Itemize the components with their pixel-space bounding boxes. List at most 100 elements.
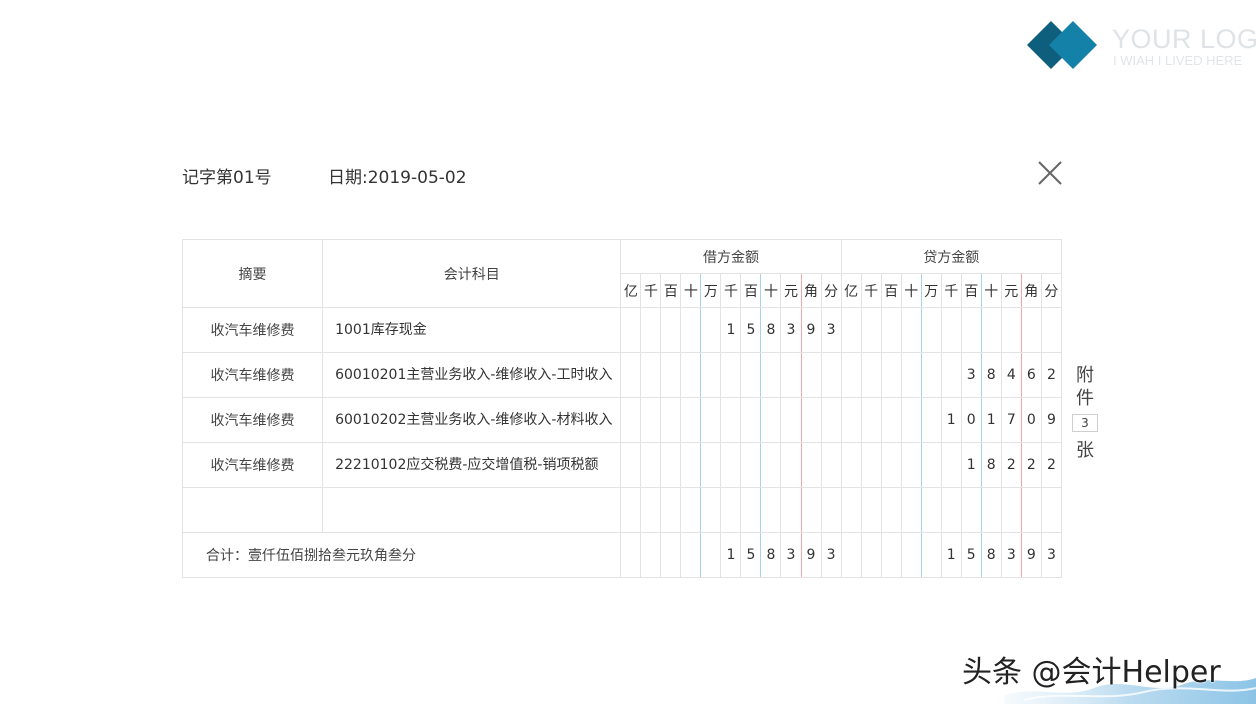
debit-digit-cell[interactable]: 3 (820, 307, 842, 353)
debit-digit-cell[interactable] (620, 397, 642, 443)
debit-digit-cell[interactable] (780, 442, 802, 488)
credit-digit-cell[interactable] (940, 487, 962, 533)
credit-digit-cell[interactable] (900, 352, 922, 398)
credit-digit-cell[interactable] (840, 352, 862, 398)
credit-digit-cell[interactable] (940, 352, 962, 398)
debit-digit-cell[interactable] (620, 487, 642, 533)
debit-digit-cell[interactable] (800, 487, 822, 533)
summary-cell[interactable]: 收汽车维修费 (181, 397, 324, 443)
debit-digit-cell[interactable] (680, 487, 702, 533)
debit-digit-cell[interactable] (800, 442, 822, 488)
credit-digit-cell[interactable] (920, 442, 942, 488)
table-row[interactable]: 收汽车维修费 60010201主营业务收入-维修收入-工时收入 3 8 4 6 2 (181, 352, 1063, 398)
debit-digit-cell[interactable] (720, 352, 742, 398)
credit-digit-cell[interactable] (960, 307, 982, 353)
account-cell[interactable]: 60010201主营业务收入-维修收入-工时收入 (322, 352, 622, 398)
debit-digit-cell[interactable]: 5 (740, 307, 762, 353)
credit-digit-cell[interactable]: 2 (1040, 442, 1063, 488)
account-cell[interactable]: 60010202主营业务收入-维修收入-材料收入 (322, 397, 622, 443)
debit-digit-cell[interactable] (640, 442, 662, 488)
debit-digit-cell[interactable] (720, 487, 742, 533)
table-row[interactable]: 收汽车维修费 60010202主营业务收入-维修收入-材料收入 1 0 1 7 0 9 (181, 397, 1063, 443)
debit-digit-cell[interactable] (660, 487, 682, 533)
credit-digit-cell[interactable] (1020, 487, 1042, 533)
summary-cell[interactable]: 收汽车维修费 (181, 352, 324, 398)
credit-digit-cell[interactable] (840, 442, 862, 488)
credit-digit-cell[interactable] (880, 487, 902, 533)
table-row[interactable]: 收汽车维修费 1001库存现金 1 5 8 3 9 3 (181, 307, 1063, 353)
debit-digit-cell[interactable] (660, 352, 682, 398)
debit-digit-cell[interactable] (740, 397, 762, 443)
credit-digit-cell[interactable] (1000, 307, 1022, 353)
debit-digit-cell[interactable]: 9 (800, 307, 822, 353)
debit-digit-cell[interactable] (720, 397, 742, 443)
debit-digit-cell[interactable] (620, 442, 642, 488)
debit-digit-cell[interactable] (680, 352, 702, 398)
credit-digit-cell[interactable]: 2 (1000, 442, 1022, 488)
credit-digit-cell[interactable] (920, 307, 942, 353)
summary-cell[interactable]: 收汽车维修费 (181, 442, 324, 488)
credit-digit-cell[interactable] (860, 307, 882, 353)
credit-digit-cell[interactable] (880, 442, 902, 488)
credit-digit-cell[interactable] (920, 352, 942, 398)
debit-digit-cell[interactable] (760, 442, 782, 488)
credit-digit-cell[interactable] (900, 307, 922, 353)
credit-digit-cell[interactable]: 3 (960, 352, 982, 398)
credit-digit-cell[interactable]: 8 (980, 352, 1002, 398)
debit-digit-cell[interactable] (760, 352, 782, 398)
debit-digit-cell[interactable] (780, 352, 802, 398)
credit-digit-cell[interactable] (860, 487, 882, 533)
debit-digit-cell[interactable] (620, 352, 642, 398)
credit-digit-cell[interactable]: 0 (1020, 397, 1042, 443)
debit-digit-cell[interactable] (660, 397, 682, 443)
credit-digit-cell[interactable] (980, 307, 1002, 353)
debit-digit-cell[interactable] (800, 352, 822, 398)
credit-digit-cell[interactable] (900, 397, 922, 443)
credit-digit-cell[interactable] (980, 487, 1002, 533)
credit-digit-cell[interactable] (960, 487, 982, 533)
credit-digit-cell[interactable]: 0 (960, 397, 982, 443)
credit-digit-cell[interactable] (1000, 487, 1022, 533)
debit-digit-cell[interactable] (780, 397, 802, 443)
credit-digit-cell[interactable] (920, 397, 942, 443)
credit-digit-cell[interactable] (940, 307, 962, 353)
credit-digit-cell[interactable] (1040, 487, 1063, 533)
credit-digit-cell[interactable] (880, 307, 902, 353)
debit-digit-cell[interactable] (680, 442, 702, 488)
credit-digit-cell[interactable] (880, 397, 902, 443)
debit-digit-cell[interactable] (640, 352, 662, 398)
debit-digit-cell[interactable] (640, 397, 662, 443)
credit-digit-cell[interactable]: 7 (1000, 397, 1022, 443)
credit-digit-cell[interactable] (860, 442, 882, 488)
debit-digit-cell[interactable] (820, 487, 842, 533)
credit-digit-cell[interactable]: 2 (1020, 442, 1042, 488)
credit-digit-cell[interactable]: 6 (1020, 352, 1042, 398)
credit-digit-cell[interactable] (880, 352, 902, 398)
debit-digit-cell[interactable] (700, 352, 722, 398)
debit-digit-cell[interactable] (680, 307, 702, 353)
debit-digit-cell[interactable] (760, 487, 782, 533)
debit-digit-cell[interactable] (680, 397, 702, 443)
credit-digit-cell[interactable] (1020, 307, 1042, 353)
debit-digit-cell[interactable] (820, 397, 842, 443)
credit-digit-cell[interactable] (840, 487, 862, 533)
attachments-count[interactable]: 3 (1072, 414, 1098, 432)
debit-digit-cell[interactable] (700, 442, 722, 488)
credit-digit-cell[interactable] (940, 442, 962, 488)
credit-digit-cell[interactable]: 9 (1040, 397, 1063, 443)
account-cell[interactable] (322, 487, 622, 533)
debit-digit-cell[interactable] (740, 352, 762, 398)
credit-digit-cell[interactable] (840, 307, 862, 353)
credit-digit-cell[interactable]: 2 (1040, 352, 1063, 398)
credit-digit-cell[interactable] (920, 487, 942, 533)
debit-digit-cell[interactable] (820, 352, 842, 398)
debit-digit-cell[interactable]: 3 (780, 307, 802, 353)
summary-cell[interactable]: 收汽车维修费 (181, 307, 324, 353)
debit-digit-cell[interactable] (780, 487, 802, 533)
credit-digit-cell[interactable] (900, 487, 922, 533)
credit-digit-cell[interactable]: 1 (980, 397, 1002, 443)
credit-digit-cell[interactable] (860, 397, 882, 443)
debit-digit-cell[interactable] (740, 442, 762, 488)
credit-digit-cell[interactable] (840, 397, 862, 443)
table-row[interactable] (181, 487, 1063, 533)
